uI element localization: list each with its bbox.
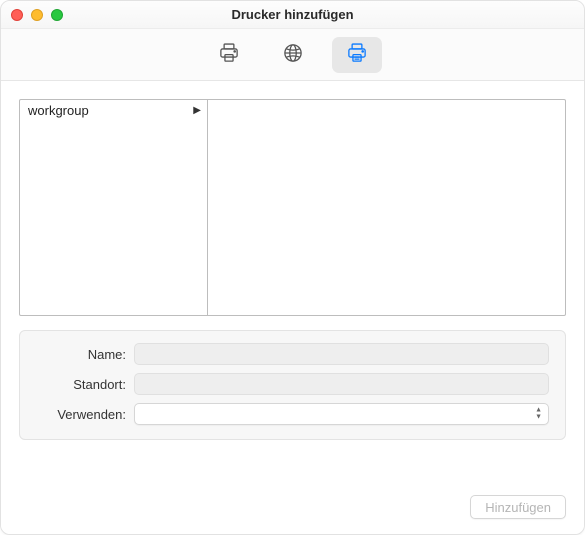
titlebar: Drucker hinzufügen: [1, 1, 584, 29]
smb-browser: workgroup ▶: [19, 99, 566, 316]
tab-windows-printer[interactable]: [332, 37, 382, 73]
add-printer-window: Drucker hinzufügen: [0, 0, 585, 535]
maximize-window-button[interactable]: [51, 9, 63, 21]
add-button[interactable]: Hinzufügen: [470, 495, 566, 519]
updown-icon: ▲▼: [535, 408, 542, 421]
minimize-window-button[interactable]: [31, 9, 43, 21]
printer-icon: [216, 40, 242, 69]
form-panel: Name: Standort: Verwenden: ▲▼: [19, 330, 566, 440]
chevron-right-icon: ▶: [193, 105, 201, 116]
row-name: Name:: [36, 343, 549, 365]
close-window-button[interactable]: [11, 9, 23, 21]
label-location: Standort:: [36, 377, 126, 392]
select-use[interactable]: ▲▼: [134, 403, 549, 425]
content-area: workgroup ▶ Name: Standort: Verwenden:: [1, 81, 584, 480]
tab-default-printer[interactable]: [204, 37, 254, 73]
row-use: Verwenden: ▲▼: [36, 403, 549, 425]
globe-icon: [280, 40, 306, 69]
window-title: Drucker hinzufügen: [11, 7, 574, 22]
windows-printer-icon: [344, 40, 370, 69]
label-use: Verwenden:: [36, 407, 126, 422]
browser-item-label: workgroup: [28, 103, 89, 118]
browser-column-1[interactable]: [208, 100, 565, 315]
browser-item-workgroup[interactable]: workgroup ▶: [20, 100, 207, 120]
input-location[interactable]: [134, 373, 549, 395]
toolbar: [1, 29, 584, 81]
input-name[interactable]: [134, 343, 549, 365]
window-controls: [11, 9, 63, 21]
browser-column-0[interactable]: workgroup ▶: [20, 100, 208, 315]
footer: Hinzufügen: [1, 480, 584, 534]
label-name: Name:: [36, 347, 126, 362]
tab-ip-printer[interactable]: [268, 37, 318, 73]
row-location: Standort:: [36, 373, 549, 395]
